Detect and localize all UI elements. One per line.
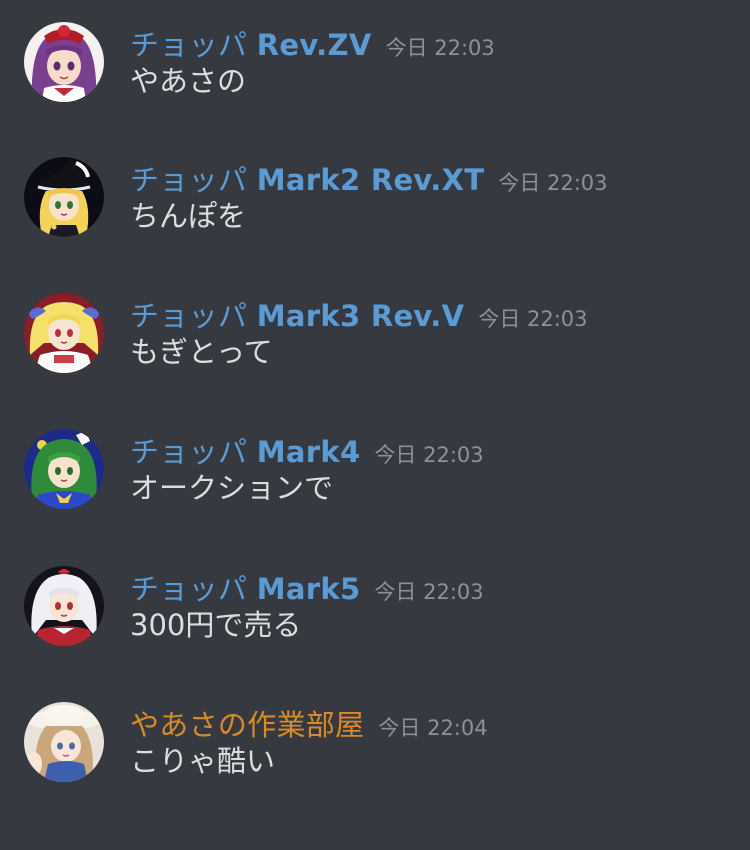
author-name-prefix: チョッパ	[130, 28, 248, 62]
message-text: 300円で売る	[130, 608, 302, 642]
avatar[interactable]	[24, 566, 104, 646]
author-name-prefix: チョッパ	[130, 572, 248, 606]
message-text: ちんぽを	[130, 199, 247, 233]
avatar[interactable]	[24, 22, 104, 102]
white-hair-anime-avatar-icon	[24, 566, 104, 646]
straw-hat-anime-avatar-icon	[24, 702, 104, 782]
author-name-handle: Mark2 Rev.XT	[256, 163, 485, 197]
green-hair-anime-avatar-icon	[24, 429, 104, 509]
message-text: こりゃ酷い	[130, 744, 276, 778]
author-name-handle: Rev.ZV	[256, 28, 372, 62]
message-header: やあさの作業部屋 今日 22:04	[130, 702, 488, 742]
purple-hair-anime-avatar-icon	[24, 22, 104, 102]
author-name-prefix: チョッパ	[130, 435, 248, 469]
witch-hat-anime-avatar-icon	[24, 157, 104, 237]
timestamp: 今日 22:03	[478, 307, 588, 331]
avatar[interactable]	[24, 702, 104, 782]
timestamp: 今日 22:04	[378, 716, 488, 740]
author-name-prefix: やあさの作業部屋	[130, 708, 365, 742]
message-header: チョッパ Mark3 Rev.V 今日 22:03	[130, 293, 588, 333]
author-name-handle: Mark5	[256, 572, 361, 606]
avatar[interactable]	[24, 429, 104, 509]
avatar[interactable]	[24, 157, 104, 237]
message-header: チョッパ Mark4 今日 22:03	[130, 429, 484, 469]
message-header: チョッパ Rev.ZV 今日 22:03	[130, 22, 495, 62]
avatar[interactable]	[24, 293, 104, 373]
timestamp: 今日 22:03	[374, 580, 484, 604]
timestamp: 今日 22:03	[498, 171, 608, 195]
author-name-prefix: チョッパ	[130, 299, 248, 333]
author-name-prefix: チョッパ	[130, 163, 248, 197]
message-header: チョッパ Mark5 今日 22:03	[130, 566, 484, 606]
timestamp: 今日 22:03	[374, 443, 484, 467]
author-name-handle: Mark3 Rev.V	[256, 299, 465, 333]
message-text: やあさの	[130, 64, 247, 98]
message-header: チョッパ Mark2 Rev.XT 今日 22:03	[130, 157, 608, 197]
blonde-hair-anime-avatar-icon	[24, 293, 104, 373]
author-name-handle: Mark4	[256, 435, 361, 469]
message-text: もぎとって	[130, 335, 273, 369]
message-text: オークションで	[130, 471, 334, 505]
timestamp: 今日 22:03	[385, 36, 495, 60]
